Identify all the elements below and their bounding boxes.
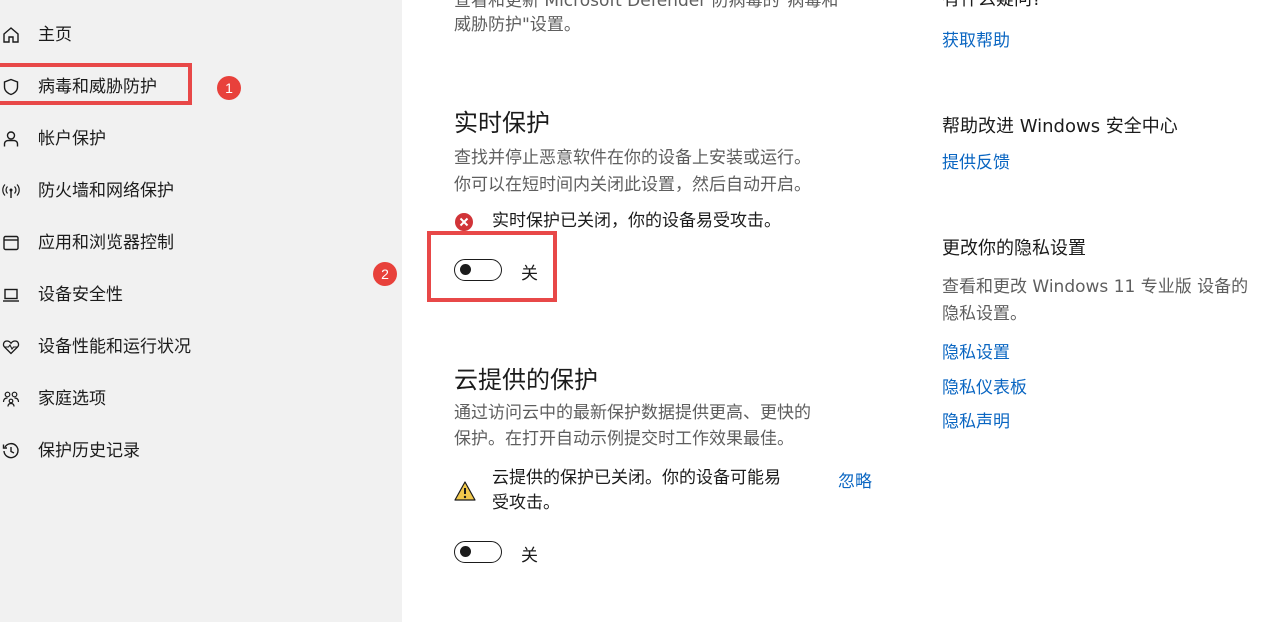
cloud-protection-toggle[interactable] — [454, 541, 502, 563]
sidebar-item-device-security[interactable]: 设备安全性 — [0, 275, 300, 315]
questions-title: 有什么疑问? — [942, 0, 1042, 11]
privacy-title: 更改你的隐私设置 — [942, 238, 1086, 259]
realtime-protection-title: 实时保护 — [454, 109, 550, 137]
app-window-icon — [2, 234, 20, 252]
realtime-protection-desc: 查找并停止恶意软件在你的设备上安装或运行。 — [454, 148, 811, 168]
cloud-status-text: 受攻击。 — [492, 493, 560, 513]
dismiss-link[interactable]: 忽略 — [838, 467, 872, 492]
step-badge-1: 1 — [217, 76, 241, 100]
warning-icon — [454, 481, 476, 501]
toggle-knob — [460, 546, 471, 557]
sidebar-item-label: 主页 — [38, 25, 72, 45]
antenna-icon — [2, 182, 20, 200]
cloud-toggle-label: 关 — [521, 546, 538, 566]
highlight-box-sidebar — [0, 63, 192, 105]
toggle-knob — [460, 264, 471, 275]
cloud-status-text: 云提供的保护已关闭。你的设备可能易 — [492, 468, 781, 488]
sidebar-item-label: 帐户保护 — [38, 129, 106, 149]
sidebar-item-label: 应用和浏览器控制 — [38, 233, 174, 253]
step-badge-2: 2 — [373, 262, 397, 286]
sidebar-item-firewall[interactable]: 防火墙和网络保护 — [0, 171, 300, 211]
get-help-link[interactable]: 获取帮助 — [942, 26, 1010, 51]
privacy-dashboard-link[interactable]: 隐私仪表板 — [942, 373, 1027, 398]
privacy-settings-link[interactable]: 隐私设置 — [942, 338, 1010, 363]
realtime-protection-desc: 你可以在短时间内关闭此设置，然后自动开启。 — [454, 175, 811, 195]
page-description-line: 威胁防护"设置。 — [454, 15, 581, 35]
privacy-statement-link[interactable]: 隐私声明 — [942, 407, 1010, 432]
person-icon — [2, 130, 20, 148]
history-icon — [2, 442, 20, 460]
privacy-description: 查看和更改 Windows 11 专业版 设备的隐私设置。 — [942, 277, 1249, 324]
realtime-toggle-label: 关 — [521, 264, 538, 284]
sidebar-item-account-protection[interactable]: 帐户保护 — [0, 119, 300, 159]
family-icon — [2, 390, 20, 408]
cloud-protection-desc: 通过访问云中的最新保护数据提供更高、更快的 — [454, 403, 811, 423]
cloud-protection-desc: 保护。在打开自动示例提交时工作效果最佳。 — [454, 429, 794, 449]
sidebar-item-label: 设备性能和运行状况 — [38, 337, 191, 357]
sidebar-item-app-browser[interactable]: 应用和浏览器控制 — [0, 223, 300, 263]
realtime-status-text: 实时保护已关闭，你的设备易受攻击。 — [492, 211, 781, 231]
sidebar-item-device-health[interactable]: 设备性能和运行状况 — [0, 327, 300, 367]
home-icon — [2, 26, 20, 44]
feedback-link[interactable]: 提供反馈 — [942, 148, 1010, 173]
error-icon — [454, 212, 474, 232]
sidebar-item-label: 保护历史记录 — [38, 441, 140, 461]
improve-title: 帮助改进 Windows 安全中心 — [942, 116, 1178, 137]
sidebar-item-label: 防火墙和网络保护 — [38, 181, 174, 201]
sidebar-item-family[interactable]: 家庭选项 — [0, 379, 300, 419]
cloud-protection-title: 云提供的保护 — [454, 366, 598, 394]
realtime-protection-toggle[interactable] — [454, 259, 502, 281]
sidebar-item-home[interactable]: 主页 — [0, 15, 300, 55]
laptop-icon — [2, 286, 20, 304]
sidebar-item-label: 家庭选项 — [38, 389, 106, 409]
sidebar-item-label: 设备安全性 — [38, 285, 123, 305]
sidebar-item-history[interactable]: 保护历史记录 — [0, 431, 300, 471]
heart-icon — [2, 338, 20, 356]
